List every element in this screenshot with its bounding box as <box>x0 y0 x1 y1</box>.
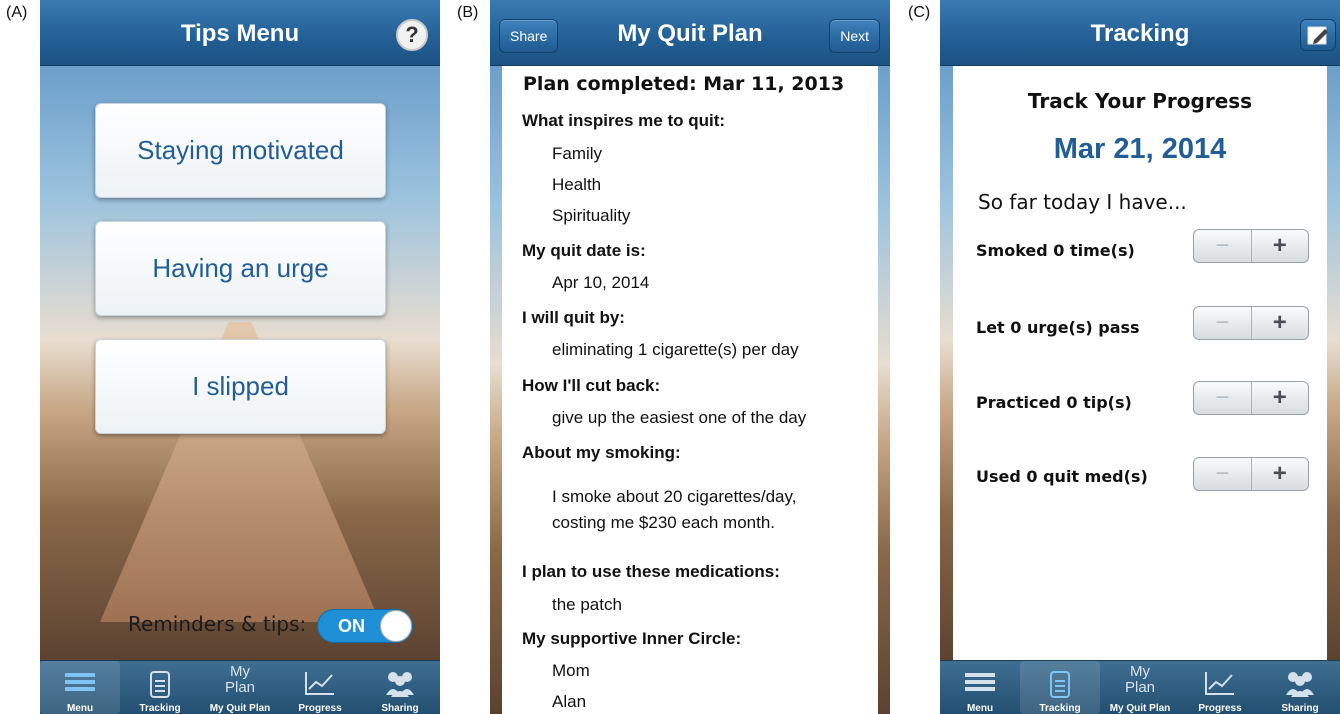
tracking-screen: Tracking Track Your Progress Mar 21, 201… <box>940 0 1340 714</box>
tab-progress-label: Progress <box>298 703 342 714</box>
clipboard-icon <box>150 671 170 698</box>
about-smoking-line: I smoke about 20 cigarettes/day, <box>552 487 797 506</box>
reminders-label: Reminders & tips: <box>128 612 307 636</box>
tab-menu[interactable]: Menu <box>940 661 1020 714</box>
my-plan-icon-line1: My <box>1130 663 1150 680</box>
people-icon <box>386 672 414 697</box>
cut-back-heading: How I'll cut back: <box>522 376 661 395</box>
reminders-toggle[interactable]: ON <box>317 609 413 643</box>
tab-tracking-label: Tracking <box>1039 703 1081 714</box>
pencil-square-icon <box>1307 26 1328 45</box>
inspiration-item: Family <box>552 144 603 163</box>
decrement-button[interactable]: − <box>1194 307 1252 339</box>
smoked-stepper[interactable]: − + <box>1193 229 1309 263</box>
tab-my-quit-plan[interactable]: My Plan My Quit Plan <box>200 661 280 714</box>
tab-bar: Menu Tracking My Plan My Quit Plan Progr… <box>40 660 440 714</box>
increment-button[interactable]: + <box>1252 307 1309 339</box>
about-smoking-line: costing me $230 each month. <box>552 513 776 532</box>
tips-menu-screen: Tips Menu ? Staying motivated Having an … <box>40 0 440 714</box>
page-title: Tracking <box>1090 20 1190 47</box>
question-icon[interactable]: ? <box>396 19 428 51</box>
tab-my-quit-plan[interactable]: My Plan My Quit Plan <box>1100 661 1180 714</box>
edit-icon[interactable] <box>1300 19 1336 51</box>
meds-label: Used 0 quit med(s) <box>976 467 1148 486</box>
my-plan-icon: My Plan <box>1100 664 1180 696</box>
cut-back-value: give up the easiest one of the day <box>552 408 807 427</box>
nav-bar: Share My Quit Plan Next <box>490 0 890 66</box>
tab-my-quit-plan-label: My Quit Plan <box>209 703 271 714</box>
smoked-label: Smoked 0 time(s) <box>976 241 1135 260</box>
i-slipped-button[interactable]: I slipped <box>95 339 386 434</box>
tips-label: Practiced 0 tip(s) <box>976 393 1132 412</box>
tab-menu[interactable]: Menu <box>40 661 120 714</box>
my-quit-plan-screen: Share My Quit Plan Next Plan completed: … <box>490 0 890 714</box>
about-smoking-heading: About my smoking: <box>522 443 681 462</box>
plan-completed-date: Plan completed: Mar 11, 2013 <box>523 73 845 95</box>
nav-bar: Tips Menu ? <box>40 0 440 66</box>
tab-menu-label: Menu <box>966 703 994 714</box>
tab-sharing-label: Sharing <box>1281 703 1319 714</box>
panel-label-b: (B) <box>457 4 479 21</box>
toggle-state-text: ON <box>338 616 365 636</box>
staying-motivated-button[interactable]: Staying motivated <box>95 103 386 198</box>
next-button[interactable]: Next <box>829 19 880 53</box>
panel-label-a: (A) <box>6 4 28 21</box>
chart-icon <box>1205 672 1234 695</box>
people-icon <box>1286 672 1314 697</box>
inner-circle-member: Alan <box>552 692 587 711</box>
so-far-text: So far today I have... <box>978 190 1187 214</box>
increment-button[interactable]: + <box>1252 458 1309 490</box>
inspiration-item: Spirituality <box>552 206 631 225</box>
my-plan-icon-line1: My <box>230 663 250 680</box>
tab-bar: Menu Tracking My Plan My Quit Plan Progr… <box>940 660 1340 714</box>
tab-my-quit-plan-label: My Quit Plan <box>1109 703 1171 714</box>
panel-label-c: (C) <box>908 4 931 21</box>
increment-button[interactable]: + <box>1252 230 1309 262</box>
tab-tracking[interactable]: Tracking <box>120 661 200 714</box>
quit-date-value: Apr 10, 2014 <box>552 273 650 292</box>
nav-bar: Tracking <box>940 0 1340 66</box>
inner-circle-member: Mom <box>552 661 590 680</box>
decrement-button[interactable]: − <box>1194 458 1252 490</box>
tab-tracking-label: Tracking <box>139 703 181 714</box>
quit-by-value: eliminating 1 cigarette(s) per day <box>552 340 799 359</box>
meds-stepper[interactable]: − + <box>1193 457 1309 491</box>
inspiration-item: Health <box>552 175 602 194</box>
having-an-urge-button[interactable]: Having an urge <box>95 221 386 316</box>
menu-icon <box>65 673 95 691</box>
tab-tracking[interactable]: Tracking <box>1020 661 1100 714</box>
inner-circle-heading: My supportive Inner Circle: <box>522 629 742 648</box>
tab-sharing[interactable]: Sharing <box>1260 661 1340 714</box>
my-plan-icon: My Plan <box>200 664 280 696</box>
quit-by-heading: I will quit by: <box>522 308 625 327</box>
quit-date-heading: My quit date is: <box>522 241 646 260</box>
decrement-button[interactable]: − <box>1194 230 1252 262</box>
clipboard-icon <box>1050 671 1070 698</box>
tab-sharing[interactable]: Sharing <box>360 661 440 714</box>
tab-progress[interactable]: Progress <box>1180 661 1260 714</box>
increment-button[interactable]: + <box>1252 382 1309 414</box>
my-plan-icon-line2: Plan <box>1124 679 1156 696</box>
medications-heading: I plan to use these medications: <box>522 562 780 581</box>
chart-icon <box>305 672 334 695</box>
decrement-button[interactable]: − <box>1194 382 1252 414</box>
toggle-knob <box>380 610 412 642</box>
my-plan-icon-line2: Plan <box>224 679 256 696</box>
tab-progress-label: Progress <box>1198 703 1242 714</box>
tracking-date: Mar 21, 2014 <box>1053 133 1227 165</box>
urges-label: Let 0 urge(s) pass <box>976 318 1140 337</box>
track-heading: Track Your Progress <box>1027 89 1253 113</box>
medications-value: the patch <box>552 595 622 614</box>
inspires-heading: What inspires me to quit: <box>522 111 726 130</box>
menu-icon <box>965 673 995 691</box>
tips-stepper[interactable]: − + <box>1193 381 1309 415</box>
tab-progress[interactable]: Progress <box>280 661 360 714</box>
tab-menu-label: Menu <box>66 703 94 714</box>
urges-stepper[interactable]: − + <box>1193 306 1309 340</box>
tab-sharing-label: Sharing <box>381 703 419 714</box>
page-title: Tips Menu <box>180 20 300 47</box>
